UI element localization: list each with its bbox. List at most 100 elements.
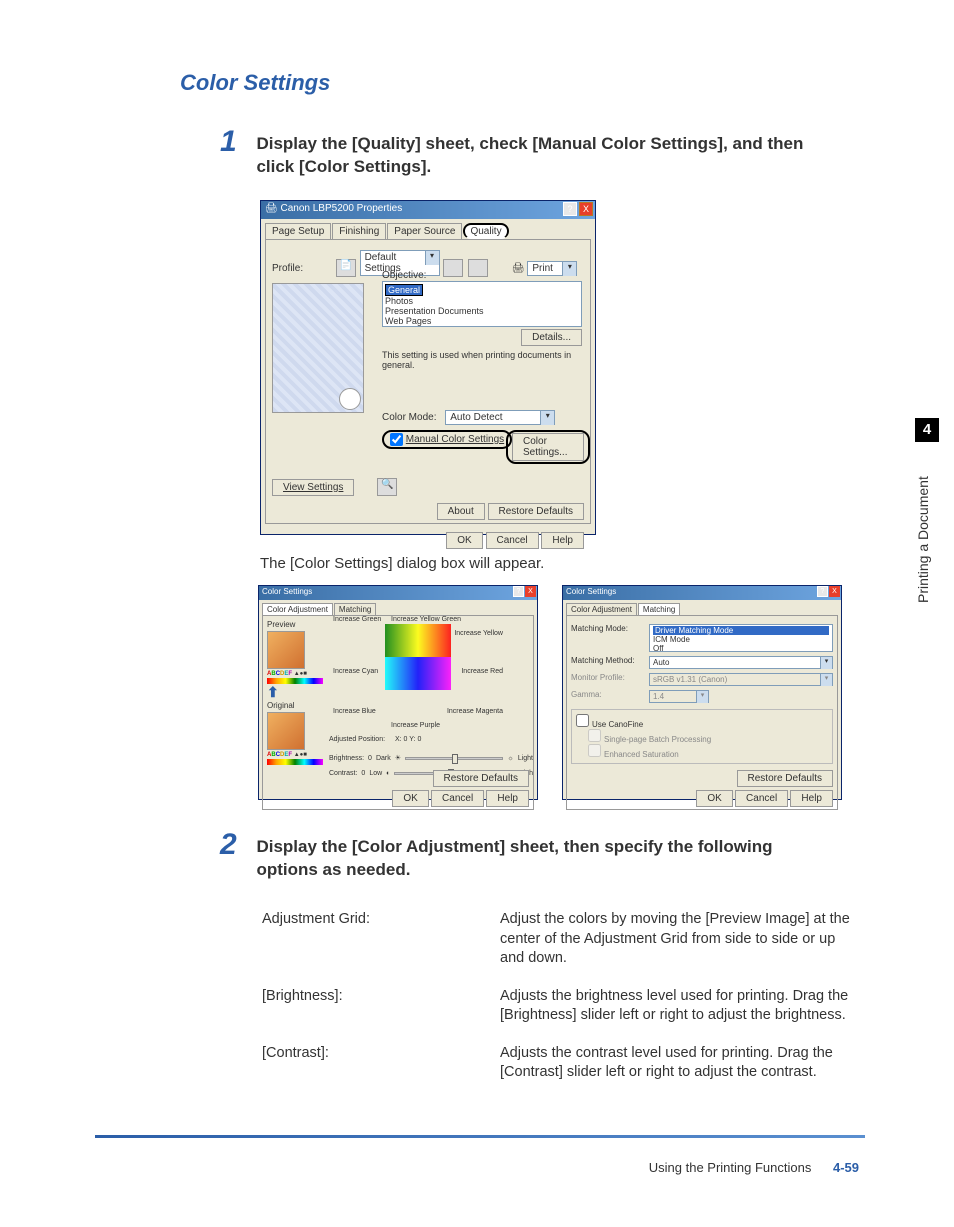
- mmode-icm[interactable]: ICM Mode: [653, 635, 829, 644]
- help-button[interactable]: Help: [790, 790, 833, 807]
- quality-pane: Profile: 📄 Default Settings▾ 🖨 Print▾ Ob…: [265, 239, 591, 524]
- ok-button[interactable]: OK: [392, 790, 428, 807]
- color-settings-button[interactable]: Color Settings...: [512, 433, 584, 461]
- setting-note: This setting is used when printing docum…: [382, 350, 582, 370]
- view-settings-button[interactable]: View Settings: [272, 479, 354, 496]
- help-icon[interactable]: ?: [563, 202, 577, 216]
- cancel-button[interactable]: Cancel: [735, 790, 788, 807]
- tab-matching[interactable]: Matching: [638, 603, 680, 615]
- mmode-off[interactable]: Off: [653, 644, 829, 653]
- canofine-group: Use CanoFine Single-page Batch Processin…: [571, 709, 833, 764]
- details-button[interactable]: Details...: [521, 329, 582, 346]
- footer-rule: [95, 1135, 865, 1138]
- objective-listbox[interactable]: General Photos Presentation Documents We…: [382, 281, 582, 327]
- options-table: Adjustment Grid: Adjust the colors by mo…: [260, 900, 860, 1093]
- tab-matching[interactable]: Matching: [334, 603, 376, 615]
- caption-dialog-appear: The [Color Settings] dialog box will app…: [260, 555, 544, 572]
- step-2-text: Display the [Color Adjustment] sheet, th…: [256, 828, 836, 882]
- color-adjustment-dialog: Color Settings ?X Color Adjustment Match…: [258, 585, 538, 800]
- abcdef-preview: ABCDEF ▲●■: [267, 671, 327, 677]
- help-icon[interactable]: ?: [513, 586, 524, 597]
- tab-finishing[interactable]: Finishing: [332, 223, 386, 239]
- close-icon[interactable]: X: [579, 202, 593, 216]
- mmode-sel[interactable]: Driver Matching Mode: [653, 626, 829, 635]
- objective-photos[interactable]: Photos: [385, 296, 579, 306]
- colormode-select[interactable]: Auto Detect▾: [445, 410, 555, 425]
- step-1-number: 1: [220, 125, 252, 159]
- color-settings-button-circled: Color Settings...: [506, 430, 590, 464]
- close-icon[interactable]: X: [829, 586, 840, 597]
- chevron-down-icon: ▾: [696, 691, 708, 703]
- monitor-profile-select: sRGB v1.31 (Canon)▾: [649, 673, 833, 686]
- matching-mode-listbox[interactable]: Driver Matching Mode ICM Mode Off: [649, 624, 833, 652]
- profile-icon[interactable]: 📄: [336, 259, 356, 277]
- objective-web[interactable]: Web Pages: [385, 316, 579, 326]
- brightness-slider[interactable]: [405, 757, 503, 760]
- axis-yg: Increase Yellow Green: [391, 616, 461, 623]
- help-button[interactable]: Help: [541, 532, 584, 549]
- preview-thumbnail: [272, 283, 364, 413]
- contrast-label: Contrast:: [329, 770, 357, 777]
- adjustment-grid[interactable]: [385, 624, 451, 690]
- objective-label: Objective:: [382, 270, 582, 281]
- dialog-title: Canon LBP5200 Properties: [280, 203, 402, 214]
- up-arrow-icon: ⬆: [267, 684, 327, 701]
- gamma-select: 1.4▾: [649, 690, 709, 703]
- chapter-number-tab: 4: [915, 418, 939, 442]
- contrast-value: 0: [361, 770, 365, 777]
- restore-defaults-button[interactable]: Restore Defaults: [488, 503, 584, 520]
- close-icon[interactable]: X: [525, 586, 536, 597]
- chevron-down-icon: ▾: [820, 674, 832, 686]
- low-label: Low: [369, 770, 382, 777]
- axis-blue: Increase Blue: [333, 708, 376, 715]
- tab-quality[interactable]: Quality: [463, 223, 508, 239]
- page-title: Color Settings: [180, 70, 330, 96]
- cancel-button[interactable]: Cancel: [431, 790, 484, 807]
- objective-general[interactable]: General: [385, 284, 423, 296]
- colormode-label: Color Mode:: [382, 412, 436, 423]
- chevron-down-icon[interactable]: ▾: [540, 411, 554, 425]
- about-button[interactable]: About: [437, 503, 485, 520]
- matching-method-select[interactable]: Auto▾: [649, 656, 833, 669]
- objective-presentation[interactable]: Presentation Documents: [385, 306, 579, 316]
- original-label: Original: [267, 701, 327, 710]
- help-icon[interactable]: ?: [817, 586, 828, 597]
- canofine-checkbox[interactable]: [576, 714, 589, 727]
- restore-button[interactable]: Restore Defaults: [737, 770, 833, 787]
- adjusted-position-label: Adjusted Position:: [329, 736, 385, 743]
- manual-color-checkbox[interactable]: Manual Color Settings: [382, 430, 512, 449]
- tab-page-setup[interactable]: Page Setup: [265, 223, 331, 239]
- brightness-opt-desc: Adjusts the brightness level used for pr…: [500, 979, 858, 1034]
- view-settings-icon[interactable]: 🔍: [377, 478, 397, 496]
- axis-red: Increase Red: [461, 668, 503, 675]
- step-1-text: Display the [Quality] sheet, check [Manu…: [256, 125, 836, 179]
- cancel-button[interactable]: Cancel: [486, 532, 539, 549]
- sun-light-icon: ☼: [507, 755, 513, 762]
- contrast-opt-desc: Adjusts the contrast level used for prin…: [500, 1036, 858, 1091]
- circle-low-icon: ◐: [386, 770, 390, 777]
- restore-button[interactable]: Restore Defaults: [433, 770, 529, 787]
- matching-mode-label: Matching Mode:: [571, 624, 643, 652]
- tab-color-adjustment[interactable]: Color Adjustment: [566, 603, 637, 615]
- chevron-down-icon[interactable]: ▾: [820, 657, 832, 669]
- footer-section: Using the Printing Functions: [649, 1160, 812, 1175]
- help-button[interactable]: Help: [486, 790, 529, 807]
- light-label: Light: [518, 755, 533, 762]
- ok-button[interactable]: OK: [446, 532, 482, 549]
- table-row: Adjustment Grid: Adjust the colors by mo…: [262, 902, 858, 977]
- ok-button[interactable]: OK: [696, 790, 732, 807]
- axis-magenta: Increase Magenta: [447, 708, 503, 715]
- manual-check-input[interactable]: [390, 433, 403, 446]
- footer-page: 4-59: [833, 1160, 859, 1175]
- tab-paper-source[interactable]: Paper Source: [387, 223, 462, 239]
- tab-color-adjustment[interactable]: Color Adjustment: [262, 603, 333, 615]
- step-1: 1 Display the [Quality] sheet, check [Ma…: [220, 125, 860, 179]
- footer: Using the Printing Functions 4-59: [649, 1160, 859, 1175]
- chevron-down-icon[interactable]: ▾: [425, 251, 439, 265]
- enhanced-saturation-label: Enhanced Saturation: [604, 750, 679, 759]
- step-2-number: 2: [220, 828, 252, 862]
- step-2: 2 Display the [Color Adjustment] sheet, …: [220, 828, 860, 882]
- ss2-titlebar: Color Settings ?X: [563, 586, 841, 600]
- brightness-opt-label: [Brightness]:: [262, 979, 498, 1034]
- brightness-row: Brightness: 0 Dark ☀ ☼ Light: [329, 754, 533, 762]
